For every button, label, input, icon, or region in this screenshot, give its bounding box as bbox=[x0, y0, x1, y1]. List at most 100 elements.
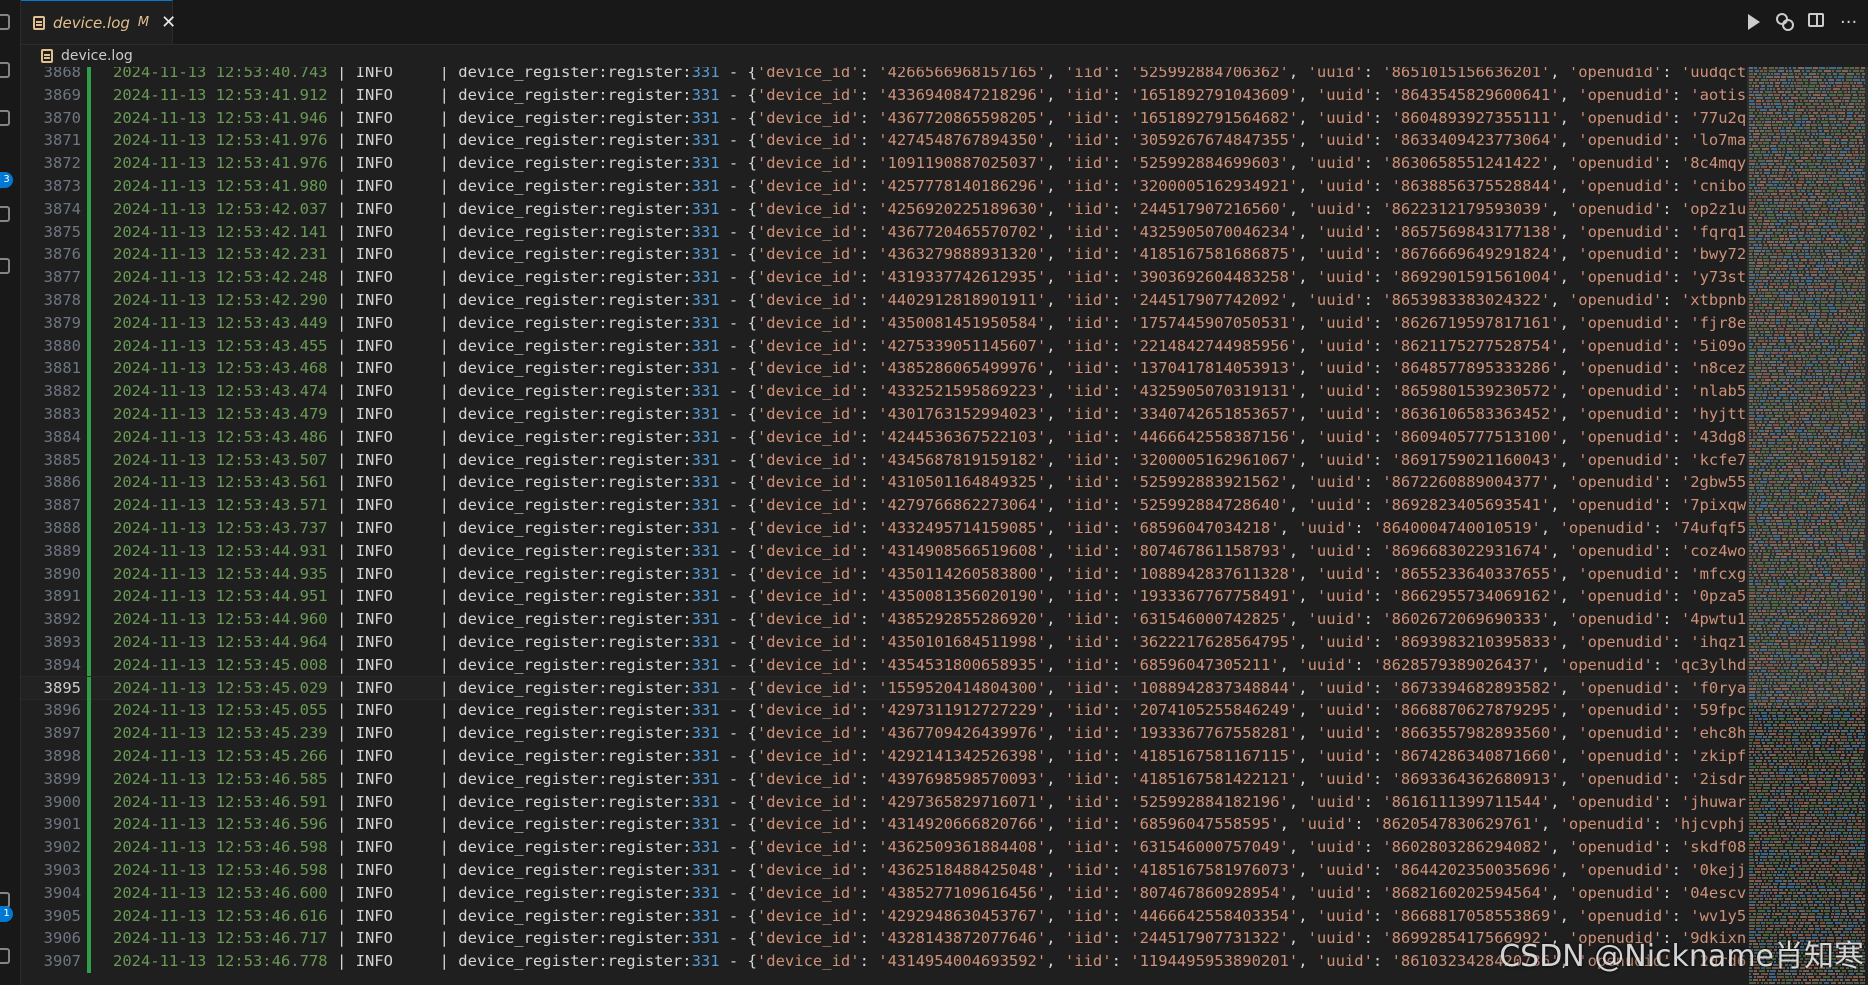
source-control-icon[interactable] bbox=[0, 110, 10, 126]
minimap-text-block bbox=[1764, 157, 1768, 159]
log-line[interactable]: 3878 2024-11-13 12:53:42.290 | INFO | dev… bbox=[21, 289, 1747, 312]
log-line[interactable]: 3875 2024-11-13 12:53:42.141 | INFO | dev… bbox=[21, 220, 1747, 244]
log-line[interactable]: 3883 2024-11-13 12:53:43.479 | INFO | dev… bbox=[21, 403, 1747, 426]
minimap-text-block bbox=[1812, 643, 1815, 645]
minimap-text-block bbox=[1858, 556, 1863, 558]
minimap-text-block bbox=[1758, 493, 1764, 495]
log-line[interactable]: 3871 2024-11-13 12:53:41.976 | INFO | dev… bbox=[21, 129, 1747, 153]
log-line[interactable]: 3874 2024-11-13 12:53:42.037 | INFO | dev… bbox=[21, 197, 1747, 221]
breadcrumb-file[interactable]: device.log bbox=[61, 48, 133, 64]
minimap-text-block bbox=[1798, 457, 1801, 459]
minimap-text-block bbox=[1814, 439, 1821, 441]
log-line[interactable]: 3891 2024-11-13 12:53:44.951 | INFO | dev… bbox=[21, 585, 1747, 609]
log-line[interactable]: 3905 2024-11-13 12:53:46.616 | INFO | dev… bbox=[21, 904, 1747, 928]
minimap-text-block bbox=[1749, 415, 1755, 417]
close-icon[interactable]: ✕ bbox=[161, 12, 176, 33]
minimap-text-block bbox=[1854, 625, 1858, 627]
explorer-icon[interactable] bbox=[0, 14, 10, 30]
minimap-text-block bbox=[1826, 499, 1830, 501]
open-changes-button[interactable] bbox=[1776, 13, 1794, 31]
log-line[interactable]: 3897 2024-11-13 12:53:45.239 | INFO | dev… bbox=[21, 722, 1747, 745]
minimap-text-block bbox=[1819, 151, 1821, 153]
log-line[interactable]: 3869 2024-11-13 12:53:41.912 | INFO | dev… bbox=[21, 83, 1747, 107]
minimap-text-block bbox=[1800, 433, 1806, 435]
log-line[interactable]: 3876 2024-11-13 12:53:42.231 | INFO | dev… bbox=[21, 243, 1747, 267]
minimap-text-block bbox=[1844, 580, 1846, 582]
minimap-text-block bbox=[1828, 442, 1832, 444]
key-openudid: 'openudid' bbox=[1578, 177, 1672, 195]
minimap-text-block bbox=[1772, 562, 1776, 564]
log-line[interactable]: 3895 2024-11-13 12:53:45.029 | INFO | dev… bbox=[21, 675, 1747, 701]
log-line[interactable]: 3904 2024-11-13 12:53:46.600 | INFO | dev… bbox=[21, 881, 1747, 905]
minimap-text-block bbox=[1752, 496, 1756, 498]
separator: : bbox=[859, 473, 879, 492]
minimap-text-block bbox=[1756, 364, 1761, 366]
minimap-text-block bbox=[1759, 469, 1765, 471]
minimap-text-block bbox=[1830, 334, 1835, 336]
separator: | bbox=[392, 519, 459, 537]
log-line[interactable]: 3896 2024-11-13 12:53:45.055 | INFO | dev… bbox=[21, 699, 1747, 723]
minimap-text-block bbox=[1770, 115, 1775, 117]
minimap-text-block bbox=[1761, 325, 1767, 327]
log-line[interactable]: 3882 2024-11-13 12:53:43.474 | INFO | dev… bbox=[21, 380, 1747, 403]
run-debug-icon[interactable] bbox=[0, 258, 10, 274]
log-line[interactable]: 3880 2024-11-13 12:53:43.455 | INFO | dev… bbox=[21, 334, 1747, 358]
log-line[interactable]: 3877 2024-11-13 12:53:42.248 | INFO | dev… bbox=[21, 266, 1747, 289]
log-line[interactable]: 3872 2024-11-13 12:53:41.976 | INFO | dev… bbox=[21, 152, 1747, 175]
editor-content[interactable]: 3868 2024-11-13 12:53:40.743 | INFO | dev… bbox=[21, 67, 1747, 985]
settings-gear-icon[interactable] bbox=[0, 948, 10, 964]
minimap-text-block bbox=[1835, 538, 1841, 540]
log-line[interactable]: 3898 2024-11-13 12:53:45.266 | INFO | dev… bbox=[21, 745, 1747, 768]
minimap-text-block bbox=[1753, 133, 1760, 135]
minimap-text-block bbox=[1788, 475, 1795, 477]
minimap-text-block bbox=[1858, 100, 1861, 102]
minimap-text-block bbox=[1853, 181, 1855, 183]
log-line[interactable]: 3890 2024-11-13 12:53:44.935 | INFO | dev… bbox=[21, 562, 1747, 586]
log-line[interactable]: 3888 2024-11-13 12:53:43.737 | INFO | dev… bbox=[21, 517, 1747, 540]
run-button[interactable] bbox=[1744, 13, 1762, 31]
log-line[interactable]: 3892 2024-11-13 12:53:44.960 | INFO | dev… bbox=[21, 608, 1747, 631]
minimap-text-block bbox=[1851, 199, 1857, 201]
tab-device-log[interactable]: device.log M ✕ bbox=[21, 0, 176, 44]
log-line[interactable]: 3887 2024-11-13 12:53:43.571 | INFO | dev… bbox=[21, 494, 1747, 517]
log-line[interactable]: 3884 2024-11-13 12:53:43.486 | INFO | dev… bbox=[21, 425, 1747, 449]
minimap-text-block bbox=[1864, 253, 1865, 255]
minimap-text-block bbox=[1839, 592, 1845, 594]
more-actions-button[interactable]: ··· bbox=[1840, 13, 1858, 32]
separator: | bbox=[327, 610, 356, 629]
log-line[interactable]: 3885 2024-11-13 12:53:43.507 | INFO | dev… bbox=[21, 448, 1747, 472]
minimap-text-block bbox=[1770, 430, 1773, 432]
log-line[interactable]: 3893 2024-11-13 12:53:44.964 | INFO | dev… bbox=[21, 631, 1747, 654]
log-line[interactable]: 3886 2024-11-13 12:53:43.561 | INFO | dev… bbox=[21, 471, 1747, 495]
log-line[interactable]: 3894 2024-11-13 12:53:45.008 | INFO | dev… bbox=[21, 653, 1747, 677]
uuid-value: '8673394682893582' bbox=[1391, 678, 1560, 697]
log-line[interactable]: 3873 2024-11-13 12:53:41.980 | INFO | dev… bbox=[21, 175, 1747, 198]
minimap-text-block bbox=[1762, 73, 1767, 75]
search-icon[interactable] bbox=[0, 62, 10, 78]
log-line[interactable]: 3870 2024-11-13 12:53:41.946 | INFO | dev… bbox=[21, 106, 1747, 130]
log-line[interactable]: 3868 2024-11-13 12:53:40.743 | INFO | dev… bbox=[21, 67, 1747, 84]
minimap-text-block bbox=[1815, 346, 1821, 348]
minimap-text-block bbox=[1780, 568, 1787, 570]
extensions-icon[interactable] bbox=[0, 206, 10, 222]
minimap-text-block bbox=[1831, 133, 1834, 135]
log-line[interactable]: 3899 2024-11-13 12:53:46.585 | INFO | dev… bbox=[21, 767, 1747, 791]
minimap-text-block bbox=[1854, 610, 1858, 612]
log-line[interactable]: 3879 2024-11-13 12:53:43.449 | INFO | dev… bbox=[21, 311, 1747, 335]
log-line[interactable]: 3900 2024-11-13 12:53:46.591 | INFO | dev… bbox=[21, 790, 1747, 814]
separator: , bbox=[1298, 427, 1317, 446]
log-line[interactable]: 3901 2024-11-13 12:53:46.596 | INFO | dev… bbox=[21, 813, 1747, 837]
minimap[interactable] bbox=[1747, 67, 1868, 985]
log-line[interactable]: 3902 2024-11-13 12:53:46.598 | INFO | dev… bbox=[21, 836, 1747, 859]
separator: , bbox=[1298, 906, 1317, 925]
minimap-text-block bbox=[1765, 97, 1771, 99]
log-line[interactable]: 3881 2024-11-13 12:53:43.468 | INFO | dev… bbox=[21, 357, 1747, 381]
minimap-text-block bbox=[1749, 73, 1753, 75]
minimap-text-block bbox=[1754, 217, 1757, 219]
log-line[interactable]: 3906 2024-11-13 12:53:46.717 | INFO | dev… bbox=[21, 927, 1747, 951]
log-line[interactable]: 3903 2024-11-13 12:53:46.598 | INFO | dev… bbox=[21, 859, 1747, 882]
minimap-text-block bbox=[1858, 382, 1863, 384]
log-line[interactable]: 3907 2024-11-13 12:53:46.778 | INFO | dev… bbox=[21, 950, 1747, 973]
log-line[interactable]: 3889 2024-11-13 12:53:44.931 | INFO | dev… bbox=[21, 539, 1747, 563]
split-editor-button[interactable] bbox=[1808, 13, 1826, 31]
